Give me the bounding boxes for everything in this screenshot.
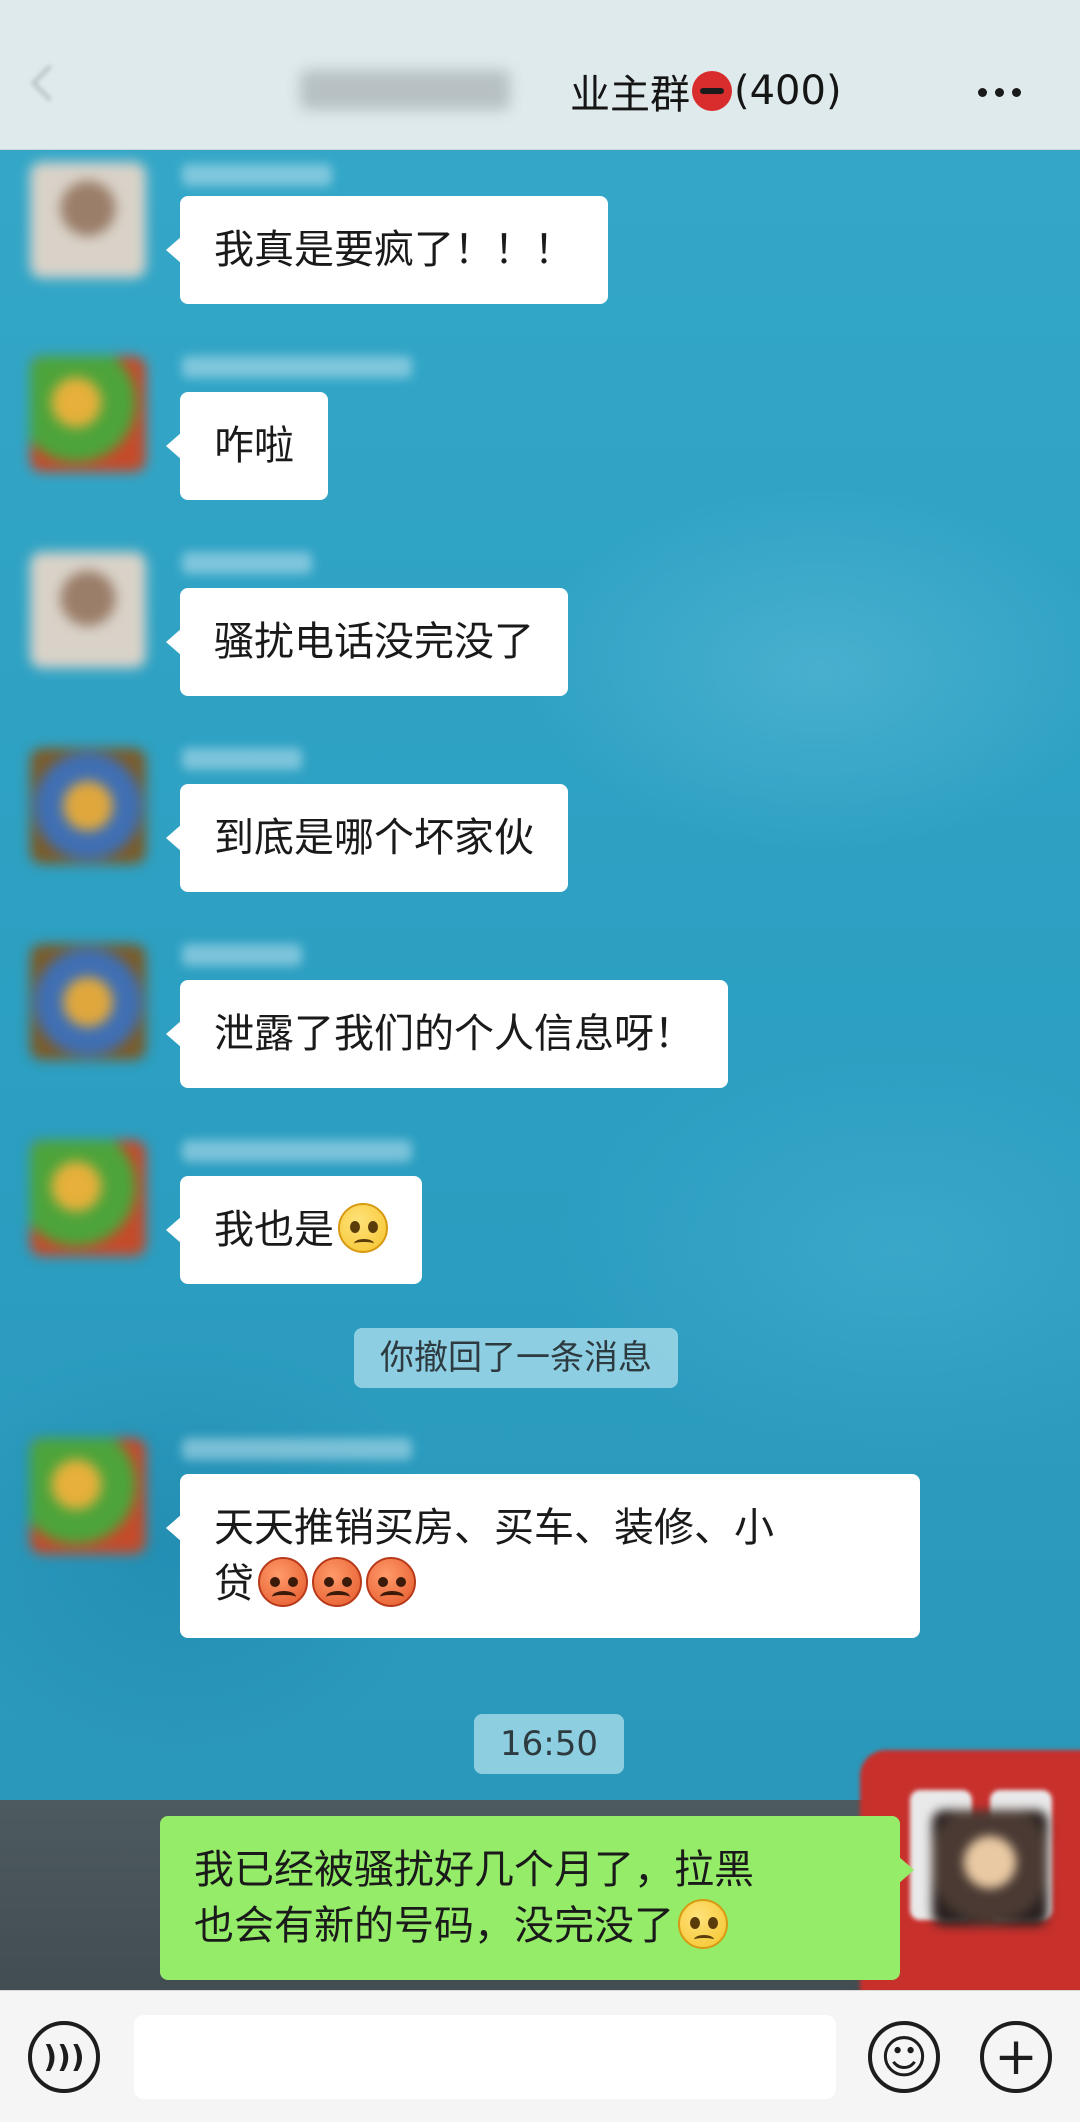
chat-title-prefix: 业主群 <box>570 72 690 118</box>
blurred-nickname <box>182 356 412 378</box>
emoji-icon[interactable]: ☺ <box>868 2021 940 2093</box>
blurred-nickname <box>182 552 312 574</box>
message-bubble[interactable]: 我也是 <box>166 1176 422 1284</box>
avatar[interactable] <box>30 748 146 864</box>
worried-emoji-icon <box>338 1203 388 1253</box>
message-text-line: 贷 <box>214 1561 254 1607</box>
angry-emoji-icon <box>366 1557 416 1607</box>
chat-title-member-count: (400) <box>734 68 842 114</box>
blurred-nickname <box>182 944 302 966</box>
message-input[interactable] <box>134 2015 836 2099</box>
self-avatar[interactable] <box>932 1810 1048 1926</box>
blurred-nickname <box>182 748 302 770</box>
avatar[interactable] <box>30 944 146 1060</box>
message-text: 泄露了我们的个人信息呀！ <box>214 1011 694 1057</box>
message-text: 骚扰电话没完没了 <box>214 619 534 665</box>
message-bubble-self[interactable]: 我已经被骚扰好几个月了，拉黑 也会有新的号码，没完没了 <box>160 1816 914 1980</box>
chat-title: 业主群 (400) <box>570 66 842 118</box>
avatar[interactable] <box>30 1438 146 1554</box>
blurred-nickname <box>182 1140 412 1162</box>
message-text: 我真是要疯了！！！ <box>214 227 574 273</box>
message-text-line: 我已经被骚扰好几个月了，拉黑 <box>194 1847 754 1893</box>
blurred-nickname <box>182 164 332 186</box>
input-bar: ))) ☺ + <box>0 1990 1080 2122</box>
time-stamp-text: 16:50 <box>500 1724 598 1764</box>
chevron-left-icon[interactable] <box>30 64 68 102</box>
system-notice-text: 你撤回了一条消息 <box>380 1338 652 1378</box>
chat-header: 业主群 (400) <box>0 0 1080 150</box>
message-text: 我也是 <box>214 1207 334 1253</box>
message-bubble[interactable]: 咋啦 <box>166 392 328 500</box>
blurred-group-name <box>300 70 510 110</box>
voice-icon[interactable]: ))) <box>28 2021 100 2093</box>
avatar[interactable] <box>30 552 146 668</box>
message-text: 咋啦 <box>214 423 294 469</box>
blurred-nickname <box>182 1438 412 1460</box>
message-bubble[interactable]: 骚扰电话没完没了 <box>166 588 568 696</box>
redaction-mark <box>692 71 732 111</box>
angry-emoji-icon <box>258 1557 308 1607</box>
message-bubble[interactable]: 天天推销买房、买车、装修、小 贷 <box>166 1474 920 1638</box>
avatar[interactable] <box>30 356 146 472</box>
plus-icon[interactable]: + <box>980 2021 1052 2093</box>
avatar[interactable] <box>30 162 146 278</box>
message-bubble[interactable]: 我真是要疯了！！！ <box>166 196 608 304</box>
worried-emoji-icon <box>678 1899 728 1949</box>
message-text-line: 也会有新的号码，没完没了 <box>194 1903 674 1949</box>
angry-emoji-icon <box>312 1557 362 1607</box>
message-bubble[interactable]: 到底是哪个坏家伙 <box>166 784 568 892</box>
time-stamp: 16:50 <box>474 1714 624 1774</box>
system-notice: 你撤回了一条消息 <box>354 1328 678 1388</box>
message-text: 到底是哪个坏家伙 <box>214 815 534 861</box>
avatar[interactable] <box>30 1140 146 1256</box>
message-bubble[interactable]: 泄露了我们的个人信息呀！ <box>166 980 728 1088</box>
message-text-line: 天天推销买房、买车、装修、小 <box>214 1505 774 1551</box>
more-horizontal-icon[interactable] <box>978 88 1021 97</box>
